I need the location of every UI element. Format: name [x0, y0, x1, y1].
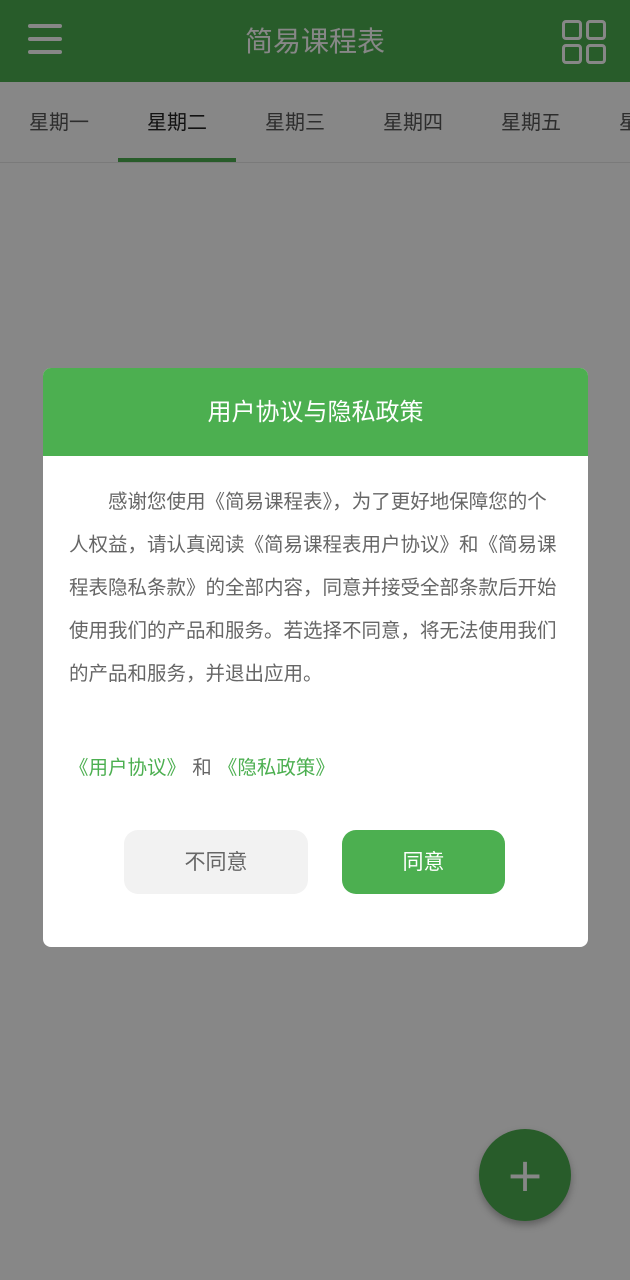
dialog-title: 用户协议与隐私政策: [43, 368, 588, 456]
app-screen: 简易课程表 星期一 星期二 星期三 星期四 星期五 星期六 + 用户协议与隐私政…: [0, 0, 630, 1280]
agreement-links: 《用户协议》 和 《隐私政策》: [69, 753, 335, 783]
dialog-message: 感谢您使用《简易课程表》，为了更好地保障您的个人权益，请认真阅读《简易课程表用户…: [69, 490, 557, 685]
privacy-dialog: 用户协议与隐私政策 感谢您使用《简易课程表》，为了更好地保障您的个人权益，请认真…: [43, 368, 588, 947]
link-joiner-text: 和: [186, 756, 218, 779]
privacy-policy-link[interactable]: 《隐私政策》: [218, 756, 335, 779]
agree-button[interactable]: 同意: [342, 830, 505, 894]
disagree-button[interactable]: 不同意: [124, 830, 308, 894]
user-agreement-link[interactable]: 《用户协议》: [69, 756, 186, 779]
